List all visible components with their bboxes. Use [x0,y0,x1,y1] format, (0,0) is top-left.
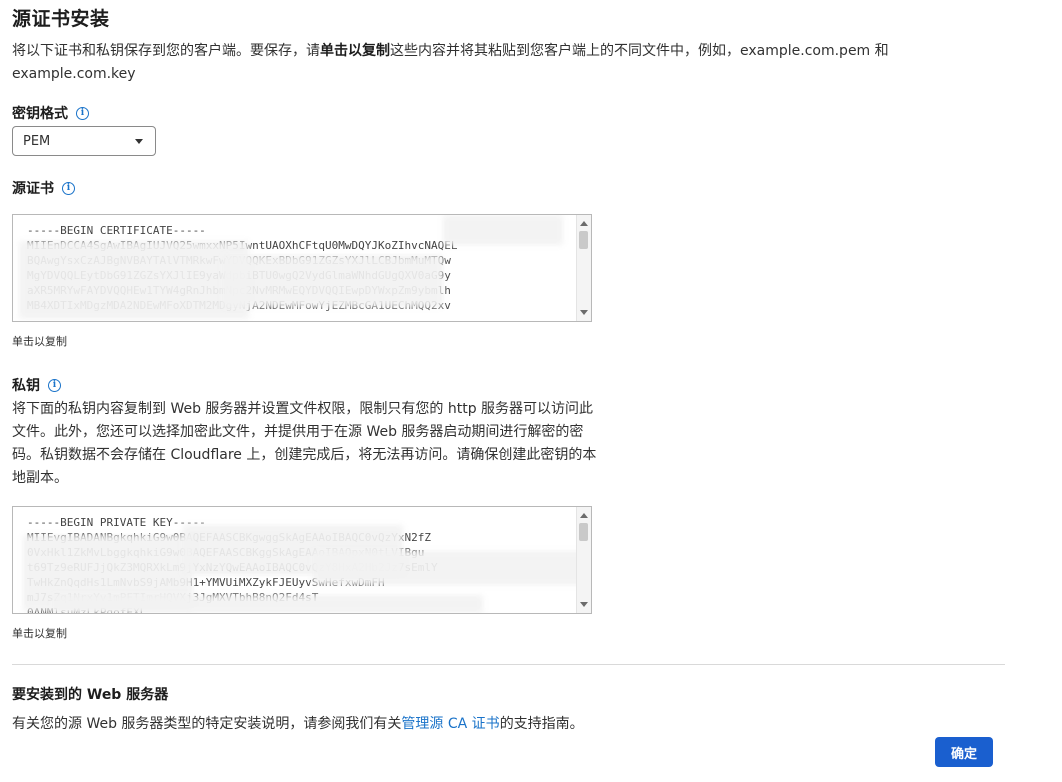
info-icon[interactable]: i [76,106,89,120]
private-key-label-text: 私钥 [12,378,40,394]
redaction-overlay [313,551,583,585]
page-title: 源证书安装 [12,8,110,30]
private-key-label: 私钥 i [12,375,61,395]
info-icon[interactable]: i [62,181,75,195]
info-icon[interactable]: i [48,378,61,392]
copy-key-link[interactable]: 单击以复制 [12,625,67,641]
private-key-description: 将下面的私钥内容复制到 Web 服务器并设置文件权限，限制只有您的 http 服… [12,401,597,486]
origin-cert-label-text: 源证书 [12,181,54,197]
copy-cert-link[interactable]: 单击以复制 [12,333,67,349]
key-format-select[interactable]: PEM [12,126,156,156]
redaction-overlay [53,595,483,613]
scrollbar[interactable] [576,215,591,321]
origin-cert-textarea[interactable]: -----BEGIN CERTIFICATE----- MIIEnDCCA4Sg… [12,214,592,322]
install-text-before: 有关您的源 Web 服务器类型的特定安装说明，请参阅我们有关 [12,716,402,732]
scroll-down-icon[interactable] [580,602,588,607]
confirm-button[interactable]: 确定 [935,737,993,767]
origin-cert-label: 源证书 i [12,178,75,198]
section-divider [12,664,1005,665]
manage-origin-ca-link[interactable]: 管理源 CA 证书 [401,716,499,732]
scrollbar[interactable] [576,507,591,613]
scroll-thumb[interactable] [579,523,588,541]
redaction-overlay [19,241,249,319]
install-text-after: 的支持指南。 [499,716,584,732]
intro-part1: 将以下证书和私钥保存到您的客户端。要保存，请 [12,43,320,59]
private-key-textarea[interactable]: -----BEGIN PRIVATE KEY----- MIIEvgIBADAN… [12,506,592,614]
scroll-up-icon[interactable] [580,221,588,226]
redaction-overlay [443,215,563,245]
redaction-overlay [223,255,443,307]
intro-bold: 单击以复制 [320,43,390,59]
intro-text: 将以下证书和私钥保存到您的客户端。要保存，请单击以复制这些内容并将其粘贴到您客户… [12,40,1002,86]
chevron-down-icon [135,139,143,144]
scroll-down-icon[interactable] [580,310,588,315]
install-section-title: 要安装到的 Web 服务器 [12,687,169,703]
key-format-selected: PEM [23,133,51,149]
key-format-label-text: 密钥格式 [12,106,68,122]
scroll-up-icon[interactable] [580,513,588,518]
install-section-text: 有关您的源 Web 服务器类型的特定安装说明，请参阅我们有关管理源 CA 证书的… [12,713,584,733]
key-format-label: 密钥格式 i [12,103,89,123]
scroll-thumb[interactable] [579,231,588,249]
